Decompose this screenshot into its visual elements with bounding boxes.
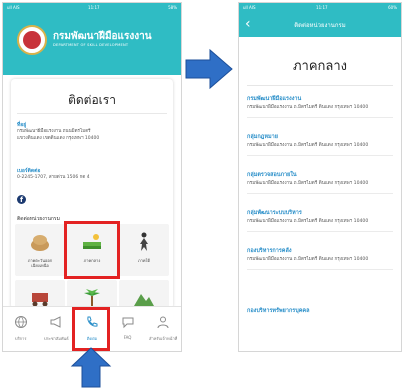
chat-icon — [122, 317, 134, 329]
unit-address: กรมพัฒนาฝีมือแรงงาน ถ.มิตรไมตรี ดินแดง ก… — [247, 143, 369, 148]
unit-name: กลุ่มพัฒนาระบบบริหาร — [247, 210, 302, 216]
unit-entry[interactable]: กลุ่มพัฒนาระบบบริหาร กรมพัฒนาฝีมือแรงงาน… — [247, 209, 393, 232]
unit-address: กรมพัฒนาฝีมือแรงงาน ถ.มิตรไมตรี ดินแดง ก… — [247, 219, 369, 224]
carrier-label: ull AIS — [243, 5, 256, 10]
unit-entry[interactable]: กลุ่มตรวจสอบภายใน กรมพัฒนาฝีมือแรงงาน ถ.… — [247, 171, 393, 194]
nav-label: ประชาสัมพันธ์ — [44, 336, 69, 341]
basket-icon — [31, 235, 49, 251]
units-label: ติดต่อหน่วยงานกรม — [17, 216, 60, 222]
battery-label: 60% — [388, 5, 397, 10]
unit-name: กลุ่มตรวจสอบภายใน — [247, 172, 297, 178]
page-title: ติดต่อเรา — [68, 93, 116, 107]
cart-icon — [32, 293, 48, 307]
unit-entry[interactable]: กองบริหารทรัพยากรบุคคล — [247, 307, 393, 315]
nav-news[interactable]: ประชาสัมพันธ์ — [39, 307, 75, 351]
unit-entry[interactable]: กลุ่มกฎหมาย กรมพัฒนาฝีมือแรงงาน ถ.มิตรไม… — [247, 133, 393, 156]
grid-label-line: เฉียงเหนือ — [31, 263, 49, 268]
department-logo — [17, 25, 47, 55]
address-label: ที่อยู่ — [17, 122, 27, 128]
mountain-icon — [134, 294, 154, 306]
unit-name: กลุ่มกฎหมาย — [247, 134, 278, 140]
unit-address: กรมพัฒนาฝีมือแรงงาน ถ.มิตรไมตรี ดินแดง ก… — [247, 257, 369, 262]
unit-name: กองบริหารการคลัง — [247, 248, 292, 254]
battery-label: 58% — [168, 5, 177, 10]
nav-services[interactable]: บริการ — [3, 307, 39, 351]
address-line-2: แขวงดินแดง เขตดินแดง กรุงเทพฯ 10400 — [17, 136, 100, 141]
unit-name: กรมพัฒนาฝีมือแรงงาน — [247, 96, 302, 102]
unit-entry[interactable]: กองบริหารการคลัง กรมพัฒนาฝีมือแรงงาน ถ.ม… — [247, 247, 393, 270]
highlight-central — [64, 221, 120, 279]
phone-screen-units: ull AIS 11:17 60% ‹ ติดต่อหน่วยงานกรม ภา… — [238, 2, 402, 352]
carrier-label: ull AIS — [7, 5, 20, 10]
up-arrow-icon — [70, 347, 112, 388]
phone-screen-contact: ull AIS 11:17 58% กรมพัฒนาฝีมือแรงงาน DE… — [2, 2, 182, 352]
dancer-icon — [140, 232, 148, 251]
unit-address: กรมพัฒนาฝีมือแรงงาน ถ.มิตรไมตรี ดินแดง ก… — [247, 181, 369, 186]
status-bar: ull AIS 11:17 60% — [239, 3, 401, 12]
region-east-button[interactable] — [67, 280, 117, 308]
region-south-button[interactable]: ภาคใต้ — [119, 224, 169, 276]
clock-label: 11:17 — [316, 5, 328, 10]
phone-label: เบอร์ติดต่อ — [17, 168, 41, 174]
clock-label: 11:17 — [88, 5, 100, 10]
nav-faq[interactable]: FAQ — [110, 307, 146, 351]
department-name: กรมพัฒนาฝีมือแรงงาน — [53, 31, 152, 42]
nav-staff[interactable]: สำหรับเจ้าหน้าที่ — [145, 307, 181, 351]
right-arrow-icon — [185, 48, 233, 90]
unit-entry[interactable]: กรมพัฒนาฝีมือแรงงาน กรมพัฒนาฝีมือแรงงาน … — [247, 95, 393, 118]
highlight-contact-tab — [72, 307, 110, 351]
region-northeast-button[interactable]: ภาคตะวันออก เฉียงเหนือ — [15, 224, 65, 276]
department-name-en: DEPARTMENT OF SKILL DEVELOPMENT — [53, 43, 129, 47]
user-icon — [157, 316, 169, 329]
nav-label: สำหรับเจ้าหน้าที่ — [149, 336, 178, 341]
nav-label: บริการ — [15, 336, 27, 341]
screen-title: ติดต่อหน่วยงานกรม — [294, 22, 346, 29]
divider — [247, 85, 393, 86]
nav-label: FAQ — [123, 335, 132, 340]
status-bar: ull AIS 11:17 58% — [3, 3, 181, 12]
unit-address: กรมพัฒนาฝีมือแรงงาน ถ.มิตรไมตรี ดินแดง ก… — [247, 105, 369, 110]
divider — [17, 113, 167, 114]
region-title: ภาคกลาง — [292, 59, 348, 74]
grid-label-line: ภาคใต้ — [137, 258, 151, 263]
globe-icon — [14, 316, 27, 329]
phone-value[interactable]: 0-2245-1707, สายด่วน 1506 กด 4 — [17, 175, 90, 181]
region-north-button[interactable] — [15, 280, 65, 308]
palm-icon — [84, 289, 100, 307]
unit-name: กองบริหารทรัพยากรบุคคล — [247, 308, 310, 314]
address-line-1: กรมพัฒนาฝีมือแรงงาน ถนนมิตรไมตรี — [17, 129, 91, 134]
contact-card: ติดต่อเรา ที่อยู่ กรมพัฒนาฝีมือแรงงาน ถน… — [11, 79, 173, 309]
region-west-button[interactable] — [119, 280, 169, 308]
megaphone-icon — [50, 316, 61, 328]
facebook-icon[interactable]: f — [17, 195, 26, 204]
